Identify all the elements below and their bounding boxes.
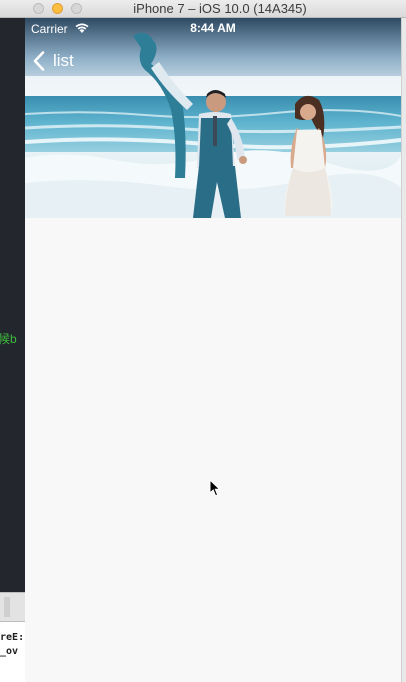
simulator-frame-edge (401, 18, 406, 682)
scroll-content-area[interactable] (25, 218, 401, 682)
chevron-left-icon (33, 51, 45, 71)
ide-split-handle[interactable] (0, 592, 25, 622)
device-screen: Carrier 8:44 AM list (25, 18, 401, 682)
ide-console: ureE: e_ov (0, 622, 25, 682)
mouse-cursor-icon (209, 479, 221, 497)
simulator-window: 时候b ureE: e_ov iPhone 7 – iOS 10.0 (14A3… (0, 0, 406, 682)
window-title: iPhone 7 – iOS 10.0 (14A345) (133, 1, 307, 16)
ide-console-line: e_ov (0, 646, 19, 657)
header-photo (25, 18, 401, 218)
ide-code-fragment: 时候b (0, 332, 17, 346)
window-zoom-button[interactable] (71, 3, 82, 14)
ide-console-line: ureE: (0, 632, 25, 643)
back-button-label: list (53, 51, 74, 70)
back-button[interactable]: list (33, 50, 74, 72)
titlebar-left (0, 0, 25, 18)
status-clock: 8:44 AM (190, 21, 236, 35)
ide-background-pane: 时候b ureE: e_ov (0, 18, 25, 682)
status-bar: Carrier 8:44 AM (25, 18, 401, 38)
window-minimize-button[interactable] (52, 3, 63, 14)
window-close-button[interactable] (33, 3, 44, 14)
